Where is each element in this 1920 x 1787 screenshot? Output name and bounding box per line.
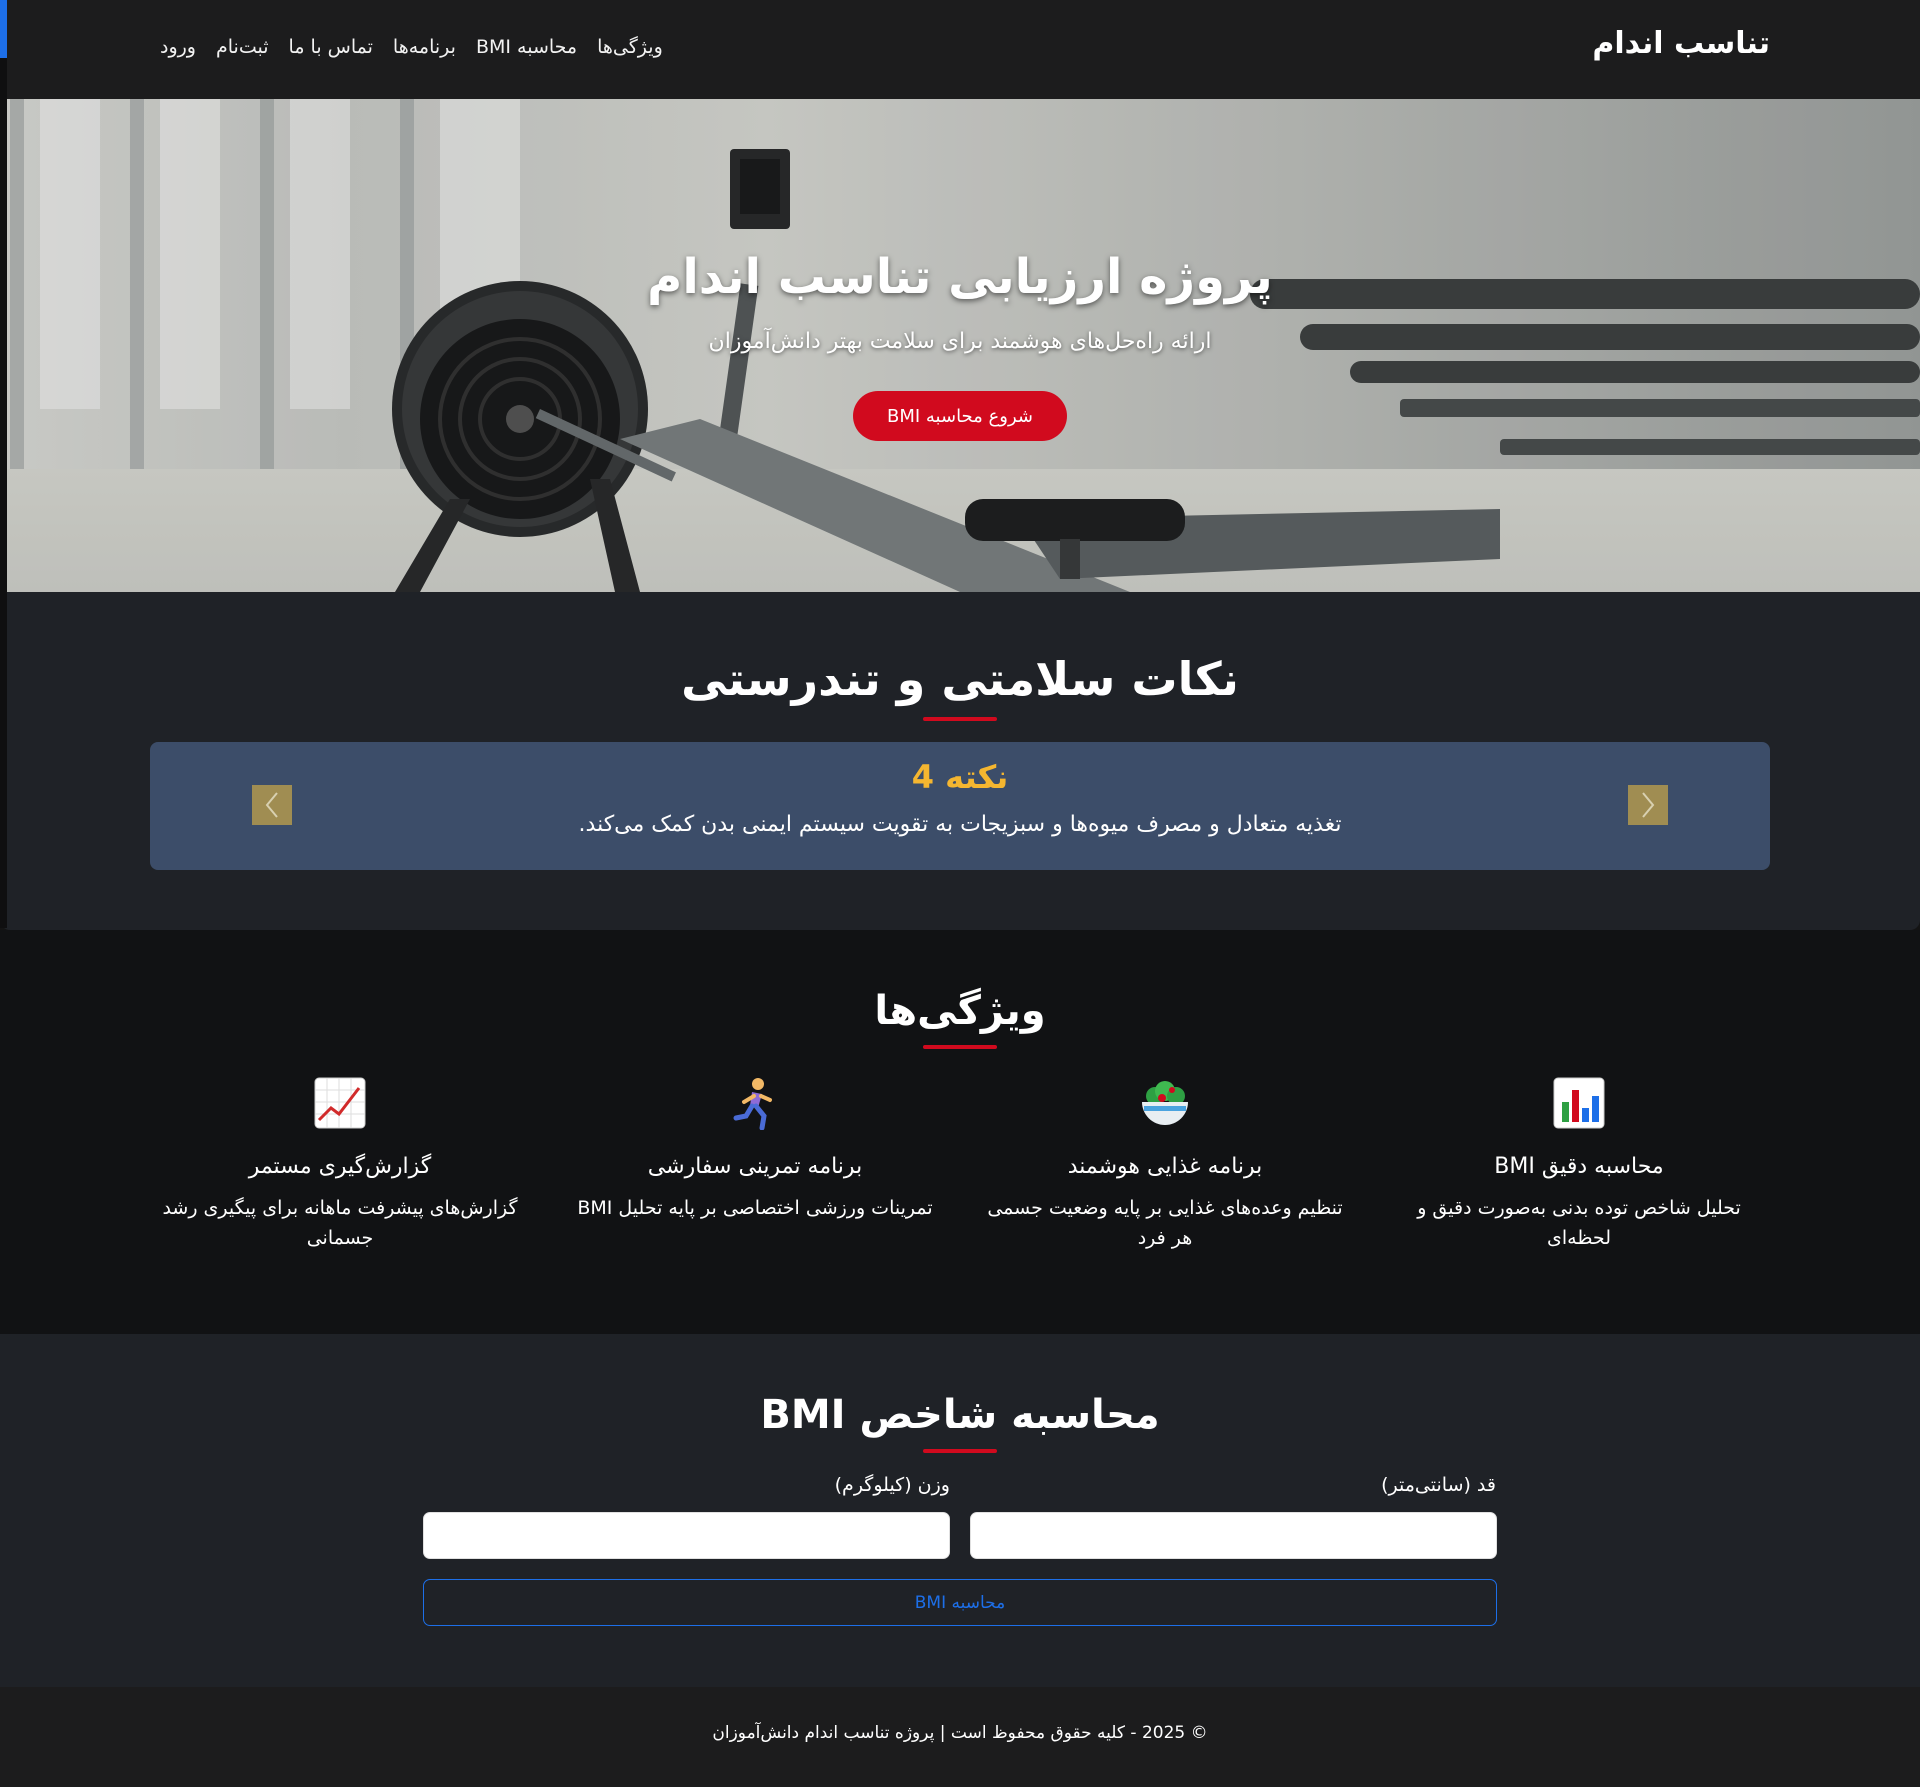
- nav-link-contact[interactable]: تماس با ما: [289, 36, 373, 58]
- bmi-section-title: محاسبه شاخص BMI: [760, 1392, 1160, 1438]
- feature-description: تمرینات ورزشی اختصاصی بر پایه تحلیل BMI: [577, 1197, 933, 1219]
- page-left-edge: [0, 0, 7, 928]
- feature-title: گزارش‌گیری مستمر: [248, 1154, 432, 1179]
- tip-text: تغذیه متعادل و مصرف میوه‌ها و سبزیجات به…: [578, 812, 1342, 837]
- tip-carousel: نکته 4 تغذیه متعادل و مصرف میوه‌ها و سبز…: [150, 742, 1770, 870]
- carousel-next-button[interactable]: [1628, 785, 1668, 825]
- hero-section: پروژه ارزیابی تناسب اندام ارائه راه‌حل‌ه…: [0, 99, 1920, 592]
- features-section-title: ویژگی‌ها: [874, 988, 1046, 1034]
- runner-icon: [733, 1078, 772, 1131]
- feature-title: برنامه غذایی هوشمند: [1067, 1154, 1263, 1179]
- feature-title: برنامه تمرینی سفارشی: [647, 1154, 863, 1179]
- navbar: تناسب اندام ویژگی‌ها محاسبه BMI برنامه‌ه…: [0, 0, 1920, 99]
- nav-link-programs[interactable]: برنامه‌ها: [393, 36, 456, 58]
- scroll-indicator: [0, 0, 7, 58]
- hero-title: پروژه ارزیابی تناسب اندام: [647, 249, 1273, 305]
- title-underline: [923, 717, 997, 721]
- title-underline: [923, 1045, 997, 1049]
- height-input[interactable]: [970, 1512, 1497, 1559]
- nav-links: ویژگی‌ها محاسبه BMI برنامه‌ها تماس با ما…: [160, 36, 663, 58]
- bar-chart-icon: [1553, 1077, 1605, 1129]
- nav-link-bmi[interactable]: محاسبه BMI: [476, 36, 577, 58]
- bmi-calculator-section: محاسبه شاخص BMI قد (سانتی‌متر) وزن (کیلو…: [0, 1334, 1920, 1687]
- salad-bowl-icon: [1142, 1081, 1188, 1125]
- chevron-right-icon: [1642, 792, 1655, 818]
- features-section: ویژگی‌ها محاسبه دقیق BMI تحلیل شاخص توده…: [0, 930, 1920, 1334]
- feature-description: تحلیل شاخص توده بدنی به‌صورت دقیق و لحظه…: [1417, 1197, 1741, 1249]
- feature-description: گزارش‌های پیشرفت ماهانه برای پیگیری رشد …: [162, 1197, 518, 1249]
- brand-logo[interactable]: تناسب اندام: [1592, 26, 1770, 61]
- trending-up-chart-icon: [314, 1077, 366, 1129]
- tip-title: نکته 4: [911, 758, 1009, 796]
- weight-label: وزن (کیلوگرم): [834, 1474, 950, 1496]
- start-bmi-button[interactable]: شروع محاسبه BMI: [853, 391, 1067, 441]
- calculate-bmi-button[interactable]: محاسبه BMI: [423, 1579, 1497, 1626]
- footer: © 2025 - کلیه حقوق محفوظ است | پروژه تنا…: [0, 1687, 1920, 1787]
- tips-section-title: نکات سلامتی و تندرستی: [681, 652, 1239, 706]
- weight-input[interactable]: [423, 1512, 950, 1559]
- height-label: قد (سانتی‌متر): [1381, 1474, 1496, 1496]
- health-tips-section: نکات سلامتی و تندرستی نکته 4 تغذیه متعاد…: [0, 592, 1920, 930]
- nav-link-features[interactable]: ویژگی‌ها: [597, 36, 663, 58]
- hero-subtitle: ارائه راه‌حل‌های هوشمند برای سلامت بهتر …: [708, 329, 1212, 354]
- nav-link-login[interactable]: ورود: [160, 36, 196, 58]
- feature-card: محاسبه دقیق BMI تحلیل شاخص توده بدنی به‌…: [1389, 1076, 1769, 1253]
- nav-link-register[interactable]: ثبت‌نام: [216, 36, 269, 58]
- feature-card: گزارش‌گیری مستمر گزارش‌های پیشرفت ماهانه…: [150, 1076, 530, 1253]
- feature-card: برنامه تمرینی سفارشی تمرینات ورزشی اختصا…: [565, 1076, 945, 1223]
- copyright-text: © 2025 - کلیه حقوق محفوظ است | پروژه تنا…: [712, 1723, 1208, 1743]
- title-underline: [923, 1449, 997, 1453]
- feature-card: برنامه غذایی هوشمند تنظیم وعده‌های غذایی…: [975, 1076, 1355, 1253]
- feature-description: تنظیم وعده‌های غذایی بر پایه وضعیت جسمی …: [987, 1197, 1343, 1249]
- feature-title: محاسبه دقیق BMI: [1494, 1154, 1664, 1179]
